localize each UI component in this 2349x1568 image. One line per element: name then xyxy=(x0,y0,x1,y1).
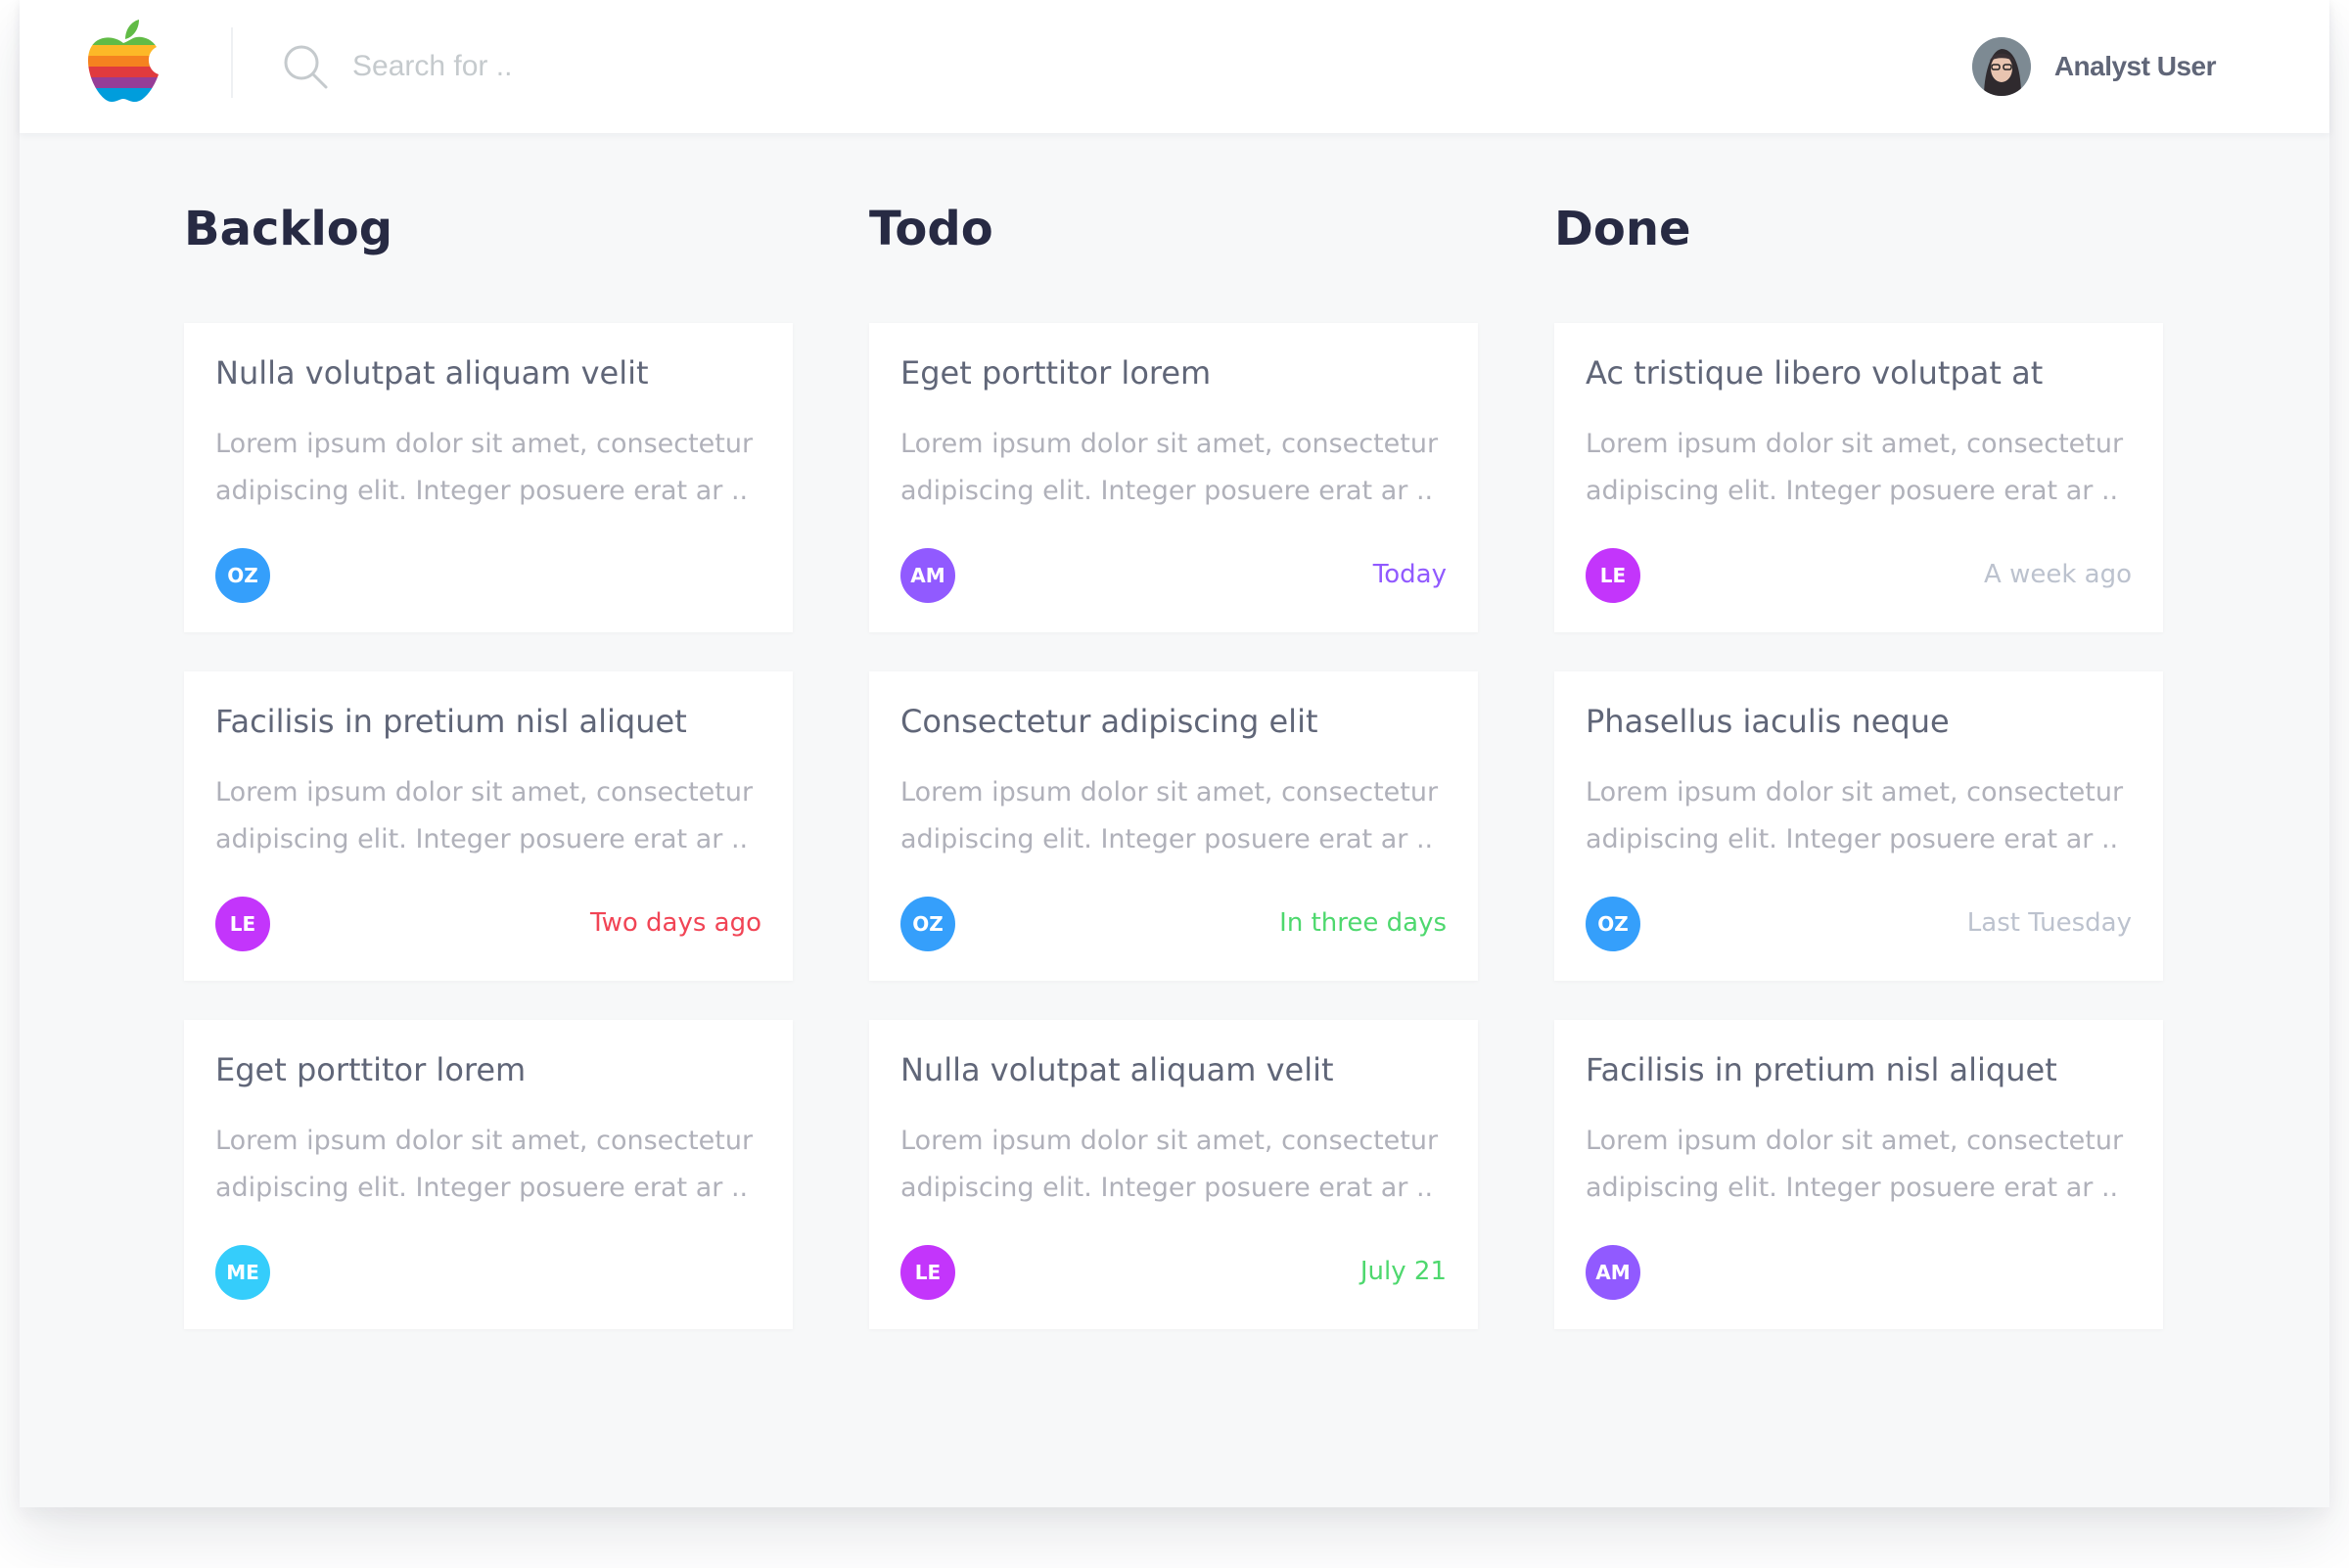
apple-rainbow-icon[interactable] xyxy=(82,18,164,108)
task-card[interactable]: Nulla volutpat aliquam velit Lorem ipsum … xyxy=(869,1020,1478,1329)
column-title-backlog: Backlog xyxy=(184,202,393,256)
card-title[interactable]: Facilisis in pretium nisl aliquet xyxy=(1586,1051,2134,1088)
task-card[interactable]: Facilisis in pretium nisl aliquet Lorem i… xyxy=(1554,1020,2163,1329)
card-title[interactable]: Eget porttitor lorem xyxy=(900,354,1449,392)
card-title[interactable]: Nulla volutpat aliquam velit xyxy=(215,354,763,392)
due-date: Today xyxy=(1372,560,1447,589)
card-title[interactable]: Ac tristique libero volutpat at xyxy=(1586,354,2134,392)
card-description: Lorem ipsum dolor sit amet, consectetur … xyxy=(900,1126,1439,1203)
card-title[interactable]: Facilisis in pretium nisl aliquet xyxy=(215,703,763,740)
assignee-avatar[interactable]: OZ xyxy=(900,897,955,951)
card-description: Lorem ipsum dolor sit amet, consectetur … xyxy=(215,777,754,854)
card-description: Lorem ipsum dolor sit amet, consectetur … xyxy=(1586,1126,2124,1203)
card-title[interactable]: Eget porttitor lorem xyxy=(215,1051,763,1088)
user-avatar-photo[interactable] xyxy=(1971,37,2031,96)
card-description: Lorem ipsum dolor sit amet, consectetur … xyxy=(215,1126,754,1203)
card-title[interactable]: Phasellus iaculis neque xyxy=(1586,703,2134,740)
task-card[interactable]: Ac tristique libero volutpat at Lorem ips… xyxy=(1554,323,2163,632)
card-description: Lorem ipsum dolor sit amet, consectetur … xyxy=(900,777,1439,854)
task-card[interactable]: Eget porttitor lorem Lorem ipsum dolor si… xyxy=(184,1020,793,1329)
due-date: July 21 xyxy=(1359,1257,1447,1286)
assignee-avatar[interactable]: OZ xyxy=(1586,897,1640,951)
task-card[interactable]: Facilisis in pretium nisl aliquet Lorem i… xyxy=(184,671,793,981)
card-title[interactable]: Consectetur adipiscing elit xyxy=(900,703,1449,740)
column-title-todo: Todo xyxy=(869,202,993,256)
card-description: Lorem ipsum dolor sit amet, consectetur … xyxy=(215,429,754,506)
card-description: Lorem ipsum dolor sit amet, consectetur … xyxy=(1586,777,2124,854)
due-date: Two days ago xyxy=(590,908,761,938)
task-card[interactable]: Nulla volutpat aliquam velit Lorem ipsum … xyxy=(184,323,793,632)
due-date: A week ago xyxy=(1984,560,2132,589)
assignee-avatar[interactable]: LE xyxy=(1586,548,1640,603)
search-input[interactable] xyxy=(352,35,940,98)
assignee-avatar[interactable]: OZ xyxy=(215,548,270,603)
column-title-done: Done xyxy=(1554,202,1691,256)
assignee-avatar[interactable]: AM xyxy=(1586,1245,1640,1300)
topbar-divider xyxy=(231,27,233,98)
card-title[interactable]: Nulla volutpat aliquam velit xyxy=(900,1051,1449,1088)
due-date: Last Tuesday xyxy=(1966,908,2132,938)
due-date: In three days xyxy=(1279,908,1447,938)
assignee-avatar[interactable]: LE xyxy=(215,897,270,951)
app-window: Analyst User Backlog Nulla volutpat aliqu… xyxy=(20,0,2329,1507)
user-name[interactable]: Analyst User xyxy=(2054,51,2217,82)
search-icon[interactable] xyxy=(282,43,331,92)
assignee-avatar[interactable]: ME xyxy=(215,1245,270,1300)
task-card[interactable]: Consectetur adipiscing elit Lorem ipsum d… xyxy=(869,671,1478,981)
card-description: Lorem ipsum dolor sit amet, consectetur … xyxy=(900,429,1439,506)
top-bar: Analyst User xyxy=(20,0,2329,133)
assignee-avatar[interactable]: AM xyxy=(900,548,955,603)
card-description: Lorem ipsum dolor sit amet, consectetur … xyxy=(1586,429,2124,506)
task-card[interactable]: Eget porttitor lorem Lorem ipsum dolor si… xyxy=(869,323,1478,632)
assignee-avatar[interactable]: LE xyxy=(900,1245,955,1300)
user-menu[interactable]: Analyst User xyxy=(1971,35,2217,98)
task-card[interactable]: Phasellus iaculis neque Lorem ipsum dolor… xyxy=(1554,671,2163,981)
